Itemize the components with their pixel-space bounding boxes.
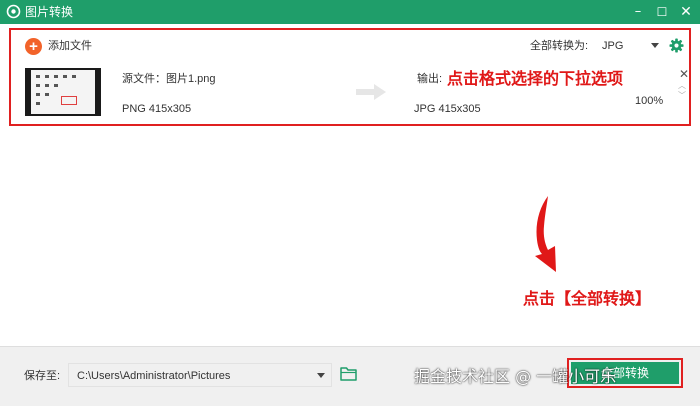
arrow-right-icon <box>356 84 386 100</box>
gear-icon[interactable] <box>669 38 684 53</box>
source-file-name: 源文件：图片1.png <box>122 73 216 85</box>
chevron-down-icon <box>651 43 659 48</box>
convert-all-to-label: 全部转换为: <box>530 40 589 52</box>
format-dropdown[interactable]: JPG <box>595 35 661 57</box>
footer-bar: 保存至: C:\Users\Administrator\Pictures 全部转… <box>0 346 700 406</box>
save-path-value: C:\Users\Administrator\Pictures <box>77 370 231 382</box>
maximize-button[interactable]: ☐ <box>650 0 674 24</box>
close-icon[interactable]: ✕ <box>679 68 689 80</box>
watermark-text: 掘金技术社区 @ 一罐小可乐 <box>414 367 617 386</box>
title-bar: 图片转换 – ☐ ✕ <box>0 0 700 24</box>
annotation-convert-all: 点击【全部转换】 <box>523 289 652 308</box>
window-title: 图片转换 <box>25 5 74 19</box>
folder-icon[interactable] <box>340 366 357 381</box>
chevron-down-icon <box>317 373 325 378</box>
file-panel: + 添加文件 全部转换为: JPG 源文件：图片1.png PNG 415x30… <box>9 28 691 126</box>
format-dropdown-value: JPG <box>602 40 624 52</box>
output-label: 输出: <box>417 73 443 85</box>
chevron-down-icon[interactable]: ﹀ <box>678 91 686 100</box>
annotation-arrow-icon <box>535 196 556 272</box>
chevron-up-icon[interactable]: ︿ <box>678 81 686 90</box>
progress-percent: 100% <box>635 95 664 107</box>
add-file-button[interactable]: 添加文件 <box>48 39 92 53</box>
app-icon <box>6 4 21 19</box>
annotation-select-format: 点击格式选择的下拉选项 <box>447 69 624 88</box>
image-thumbnail <box>25 68 101 116</box>
source-file-info: PNG 415x305 <box>122 103 192 115</box>
file-row[interactable]: 源文件：图片1.png PNG 415x305 输出: JPG 415x305 … <box>11 64 689 124</box>
plus-icon[interactable]: + <box>25 38 42 55</box>
minimize-button[interactable]: – <box>626 0 650 24</box>
save-path-dropdown[interactable]: C:\Users\Administrator\Pictures <box>68 363 332 387</box>
output-file-info: JPG 415x305 <box>414 103 481 115</box>
close-window-button[interactable]: ✕ <box>674 0 698 24</box>
save-to-label: 保存至: <box>24 370 61 382</box>
